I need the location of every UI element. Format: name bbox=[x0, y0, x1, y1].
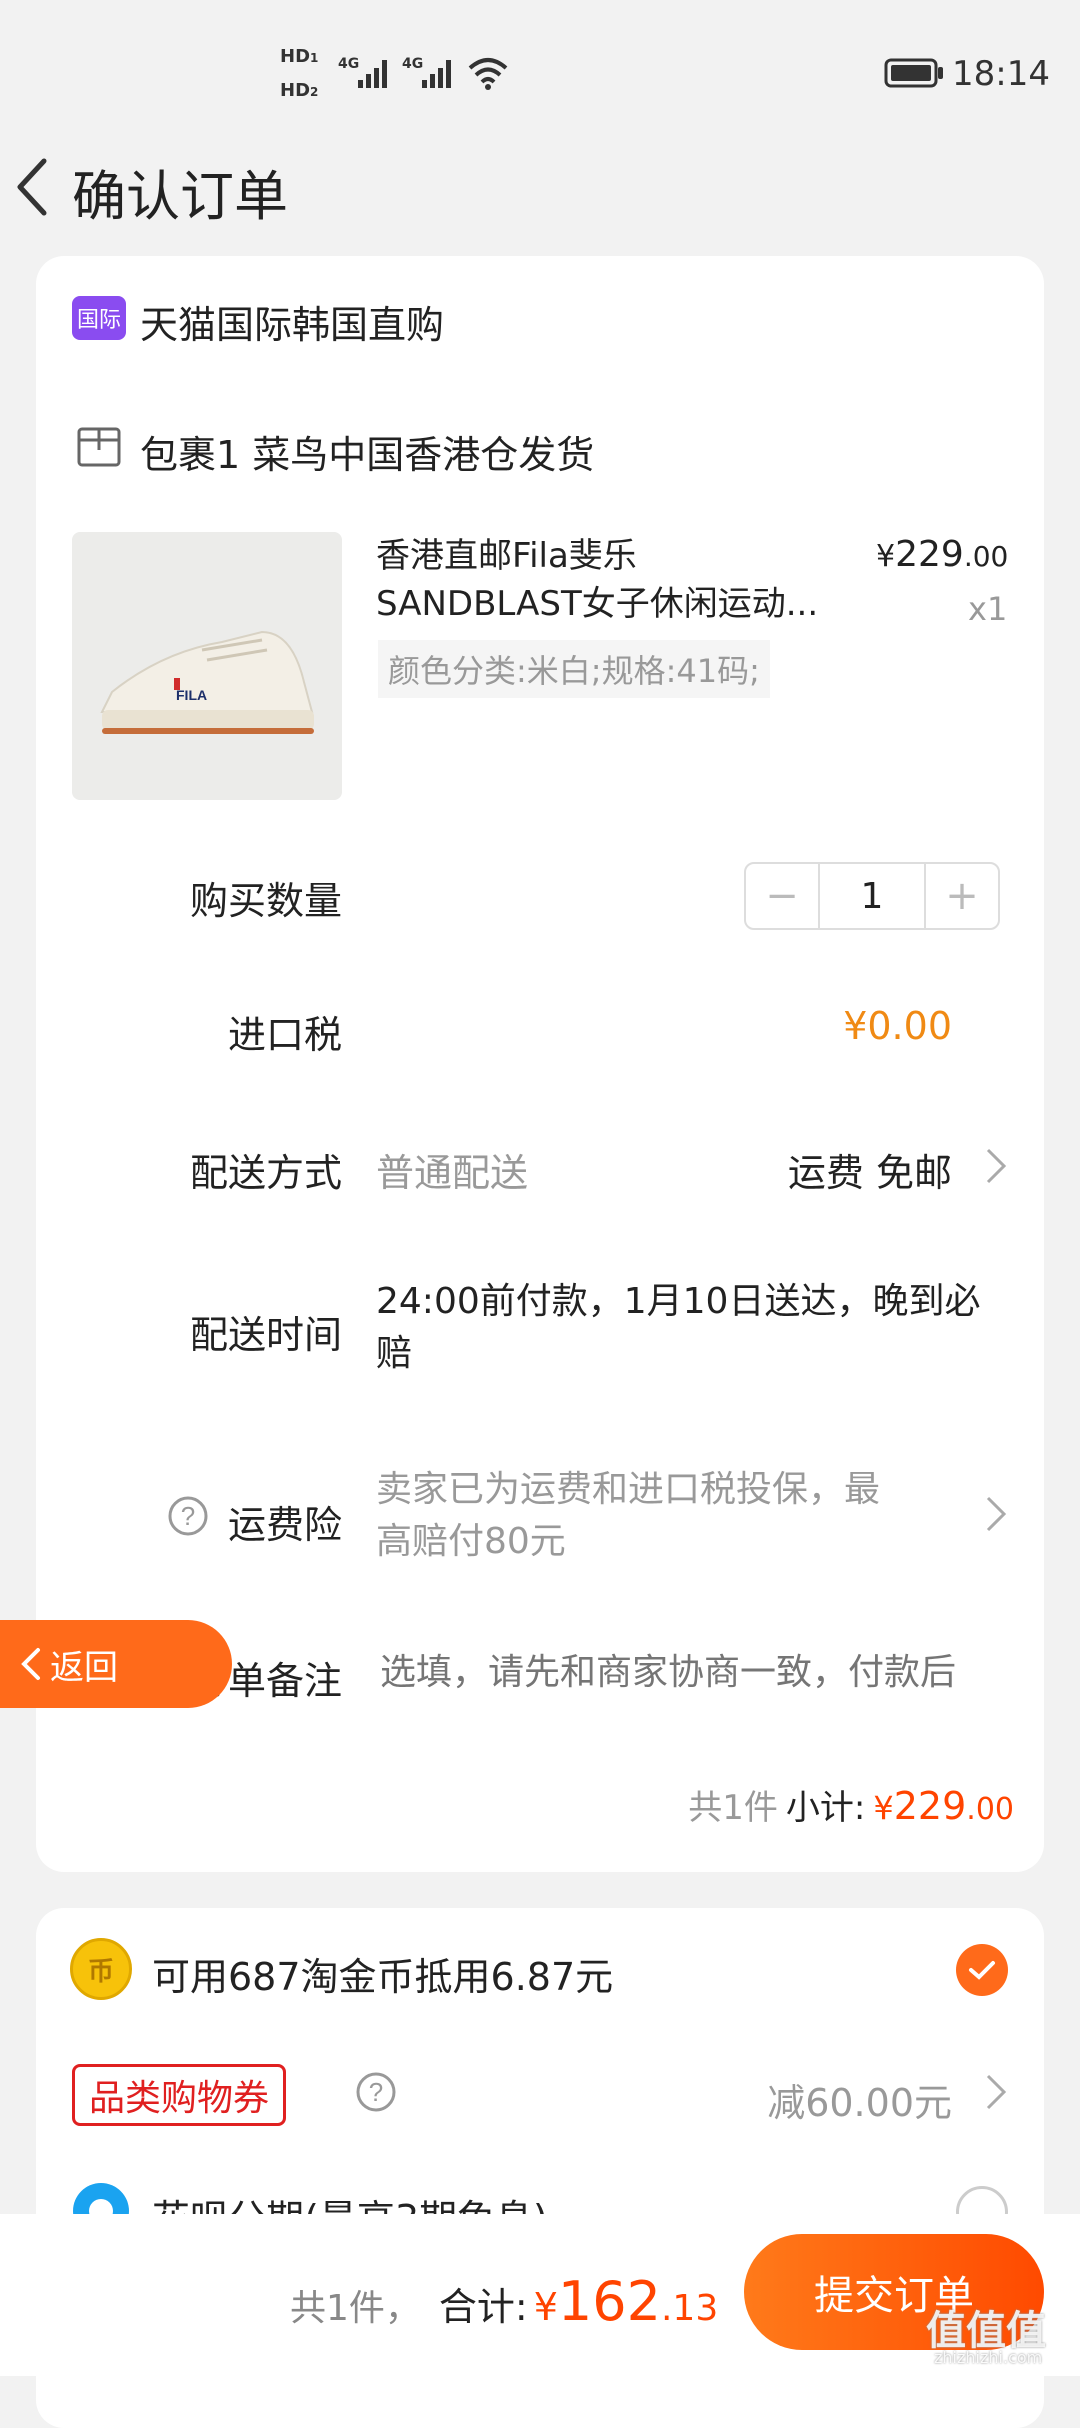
help-circle-icon[interactable]: ? bbox=[166, 1494, 210, 1538]
subtotal-amount: ¥229.00 bbox=[873, 1784, 1014, 1828]
check-icon bbox=[969, 1961, 995, 1980]
store-badge-label: 国际 bbox=[76, 308, 121, 333]
price-int: 162 bbox=[557, 2270, 661, 2333]
delivery-time-line: 24:00前付款，1月10日送达，晚到必 bbox=[376, 1281, 981, 1322]
product-title-line: 香港直邮Fila斐乐 bbox=[376, 536, 637, 576]
sim2-indicator: HD2 bbox=[280, 80, 318, 101]
chevron-right-icon[interactable] bbox=[984, 2072, 1008, 2112]
total-amount: ¥162.13 bbox=[534, 2270, 719, 2333]
svg-text:?: ? bbox=[369, 2077, 383, 2107]
category-coupon-tag: 品类购物券 bbox=[72, 2064, 287, 2126]
coins-checkbox[interactable] bbox=[956, 1944, 1008, 1996]
floating-back-button[interactable]: 返回 bbox=[0, 1620, 232, 1708]
product-title[interactable]: 香港直邮Fila斐乐 SANDBLAST女子休闲运动... bbox=[376, 532, 836, 628]
insurance-label: 运费险 bbox=[227, 1503, 342, 1547]
page-title: 确认订单 bbox=[72, 165, 288, 228]
help-circle-icon[interactable]: ? bbox=[354, 2070, 398, 2114]
package-icon bbox=[77, 427, 121, 467]
price-dec: .13 bbox=[660, 2288, 719, 2329]
delivery-time-text: 24:00前付款，1月10日送达，晚到必 赔 bbox=[376, 1276, 1016, 1380]
currency-symbol: ¥ bbox=[533, 2285, 558, 2329]
price-dec: .00 bbox=[963, 540, 1009, 573]
delivery-fee[interactable]: 运费 免邮 bbox=[788, 1142, 952, 1197]
subtotal-count: 共1件 bbox=[688, 1788, 778, 1828]
quantity-value[interactable]: 1 bbox=[818, 864, 926, 928]
sku-text: 颜色分类:米白;规格:41码; bbox=[388, 652, 760, 690]
total-count: 共1件， bbox=[290, 2288, 421, 2329]
insurance-line: 卖家已为运费和进口税投保，最 bbox=[376, 1469, 881, 1510]
currency-symbol: ¥ bbox=[876, 539, 896, 574]
wifi-icon bbox=[468, 58, 508, 90]
price-dec: .00 bbox=[966, 1792, 1014, 1827]
coins-text: 可用687淘金币抵用6.87元 bbox=[152, 1955, 614, 1999]
package-label: 包裹1 菜鸟中国香港仓发货 bbox=[140, 433, 595, 477]
currency-symbol: ¥ bbox=[873, 1789, 894, 1827]
tmall-global-icon: 国际 bbox=[72, 296, 126, 340]
delivery-label: 配送方式 bbox=[189, 1151, 342, 1195]
battery-icon bbox=[884, 58, 943, 88]
product-price: ¥229.00 bbox=[876, 534, 1008, 575]
hd-label: HD bbox=[280, 80, 311, 101]
decrease-button[interactable]: − bbox=[746, 864, 818, 928]
order-total: 共1件， 合计: ¥162.13 bbox=[290, 2270, 718, 2333]
chevron-right-icon[interactable] bbox=[984, 1146, 1008, 1186]
product-title-line: SANDBLAST女子休闲运动... bbox=[376, 584, 819, 624]
svg-text:?: ? bbox=[181, 1501, 195, 1531]
sim1-indicator: HD1 bbox=[280, 46, 318, 67]
delivery-time-label: 配送时间 bbox=[189, 1313, 342, 1357]
hd-sub: 2 bbox=[310, 85, 319, 99]
watermark-url: zhizhizhi.com bbox=[934, 2348, 1043, 2367]
back-arrow-icon[interactable] bbox=[12, 155, 52, 219]
sku-chip[interactable]: 颜色分类:米白;规格:41码; bbox=[378, 640, 770, 698]
store-name[interactable]: 天猫国际韩国直购 bbox=[140, 294, 444, 349]
signal-icon bbox=[422, 60, 451, 88]
delivery-time-line: 赔 bbox=[376, 1333, 413, 1374]
status-bar: HD1 HD2 4G 4G 18:14 bbox=[0, 0, 1080, 150]
coupon-tag-label: 品类购物券 bbox=[89, 2078, 270, 2119]
product-image[interactable]: FILA bbox=[72, 532, 342, 800]
clock: 18:14 bbox=[952, 54, 1050, 94]
tax-label: 进口税 bbox=[227, 1013, 342, 1057]
hd-sub: 1 bbox=[310, 51, 319, 65]
floating-back-label: 返回 bbox=[50, 1647, 118, 1688]
price-int: 229 bbox=[893, 1784, 967, 1828]
price-int: 229 bbox=[895, 534, 964, 575]
total-label: 合计: bbox=[438, 2285, 528, 2329]
insurance-line: 高赔付80元 bbox=[376, 1521, 566, 1562]
tax-value: ¥0.00 bbox=[843, 1004, 952, 1048]
taobao-coin-icon: 币 bbox=[70, 1938, 132, 2000]
brand-logo: FILA bbox=[176, 687, 207, 703]
increase-button[interactable]: + bbox=[926, 864, 998, 928]
coin-glyph: 币 bbox=[87, 1956, 114, 1987]
quantity-stepper: − 1 + bbox=[744, 862, 1000, 930]
hd-label: HD bbox=[280, 46, 311, 67]
signal-icon bbox=[358, 60, 387, 88]
subtotal: 共1件 小计: ¥229.00 bbox=[688, 1780, 1014, 1829]
note-input[interactable] bbox=[380, 1640, 1000, 1704]
subtotal-label: 小计: bbox=[785, 1788, 866, 1828]
back-chevron-icon bbox=[21, 1648, 40, 1680]
product-quantity: x1 bbox=[968, 590, 1008, 628]
chevron-right-icon[interactable] bbox=[984, 1494, 1008, 1534]
delivery-method[interactable]: 普通配送 bbox=[376, 1142, 528, 1197]
coupon-value[interactable]: 减60.00元 bbox=[767, 2072, 952, 2127]
quantity-label: 购买数量 bbox=[189, 879, 342, 923]
sneaker-image: FILA bbox=[100, 630, 314, 734]
insurance-text[interactable]: 卖家已为运费和进口税投保，最 高赔付80元 bbox=[376, 1464, 956, 1568]
